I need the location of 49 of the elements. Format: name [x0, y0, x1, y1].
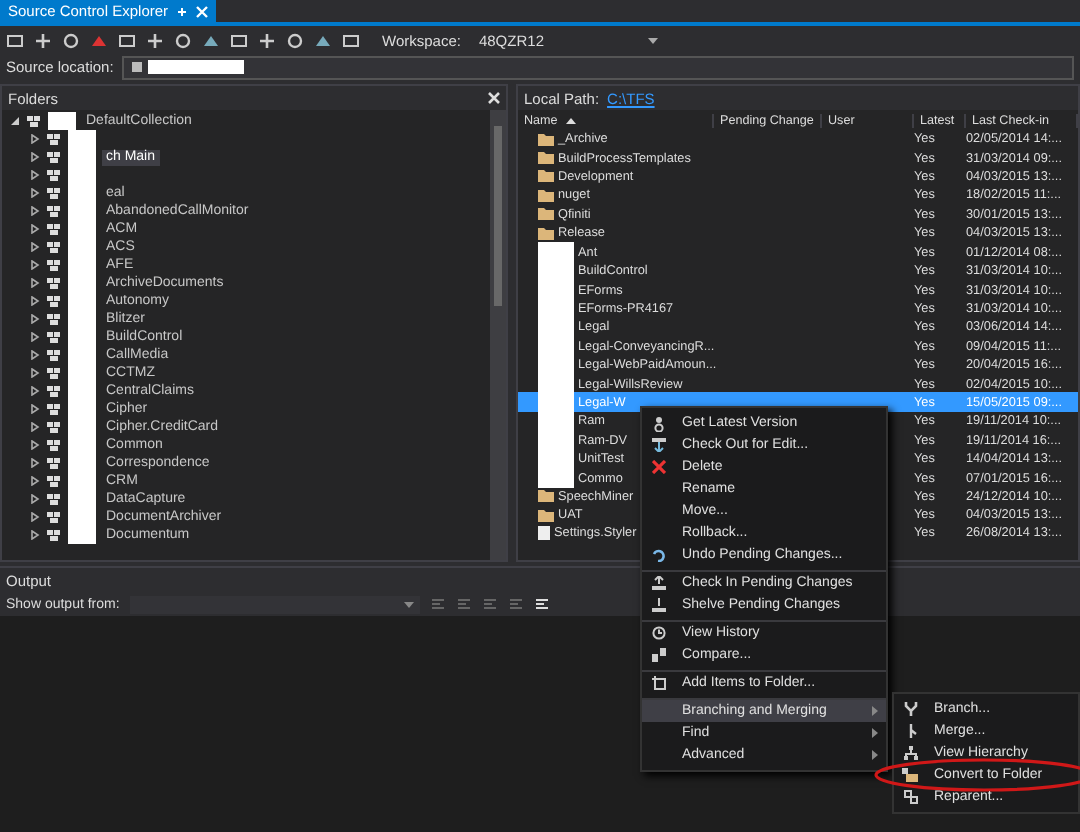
- convert-icon: [902, 768, 918, 782]
- collapsed-arrow-icon[interactable]: [30, 386, 40, 396]
- collapsed-arrow-icon[interactable]: [30, 242, 40, 252]
- collapsed-arrow-icon[interactable]: [30, 314, 40, 324]
- collapsed-arrow-icon[interactable]: [30, 440, 40, 450]
- collapsed-arrow-icon[interactable]: [30, 476, 40, 486]
- sort-arrow-icon: [565, 117, 576, 123]
- redaction-block: [147, 60, 244, 74]
- collapsed-arrow-icon[interactable]: [30, 170, 40, 180]
- scrollbar[interactable]: [490, 110, 506, 560]
- reparent-icon: [903, 790, 917, 804]
- checkin-icon: [651, 576, 665, 590]
- collapsed-arrow-icon[interactable]: [30, 404, 40, 414]
- collapsed-arrow-icon[interactable]: [30, 512, 40, 522]
- redaction-block: [68, 130, 96, 148]
- collapsed-arrow-icon[interactable]: [30, 296, 40, 306]
- collapsed-arrow-icon[interactable]: [30, 494, 40, 504]
- collapsed-arrow-icon[interactable]: [30, 530, 40, 540]
- dropdown-arrow-icon: [403, 601, 414, 607]
- compare-icon: [651, 648, 665, 662]
- collapsed-arrow-icon[interactable]: [30, 458, 40, 468]
- branch-icon: [903, 702, 917, 716]
- collapsed-arrow-icon[interactable]: [30, 350, 40, 360]
- collapsed-arrow-icon[interactable]: [30, 134, 40, 144]
- add-items-icon: [651, 676, 665, 690]
- close-icon[interactable]: [488, 92, 500, 104]
- collapsed-arrow-icon[interactable]: [30, 422, 40, 432]
- history-icon: [651, 626, 665, 640]
- collapsed-arrow-icon[interactable]: [30, 332, 40, 342]
- collapsed-arrow-icon[interactable]: [30, 152, 40, 162]
- download-icon: [651, 415, 665, 431]
- undo-icon: [651, 548, 665, 562]
- dropdown-arrow-icon: [648, 37, 659, 43]
- collapsed-arrow-icon[interactable]: [30, 188, 40, 198]
- collapsed-arrow-icon[interactable]: [30, 224, 40, 234]
- collapsed-arrow-icon[interactable]: [30, 206, 40, 216]
- delete-icon: [651, 460, 665, 474]
- collapsed-arrow-icon[interactable]: [30, 368, 40, 378]
- hierarchy-icon: [903, 746, 917, 760]
- collapsed-arrow-icon[interactable]: [30, 260, 40, 270]
- expanded-arrow-icon[interactable]: [10, 116, 20, 126]
- redaction-block: [68, 526, 96, 544]
- checkout-icon: [651, 438, 665, 452]
- source-location-field[interactable]: [121, 55, 1074, 79]
- pin-icon[interactable]: [176, 5, 189, 17]
- shelve-icon: [651, 598, 665, 612]
- server-icon: [129, 60, 144, 74]
- redaction-block: [48, 112, 76, 130]
- collapsed-arrow-icon[interactable]: [30, 278, 40, 288]
